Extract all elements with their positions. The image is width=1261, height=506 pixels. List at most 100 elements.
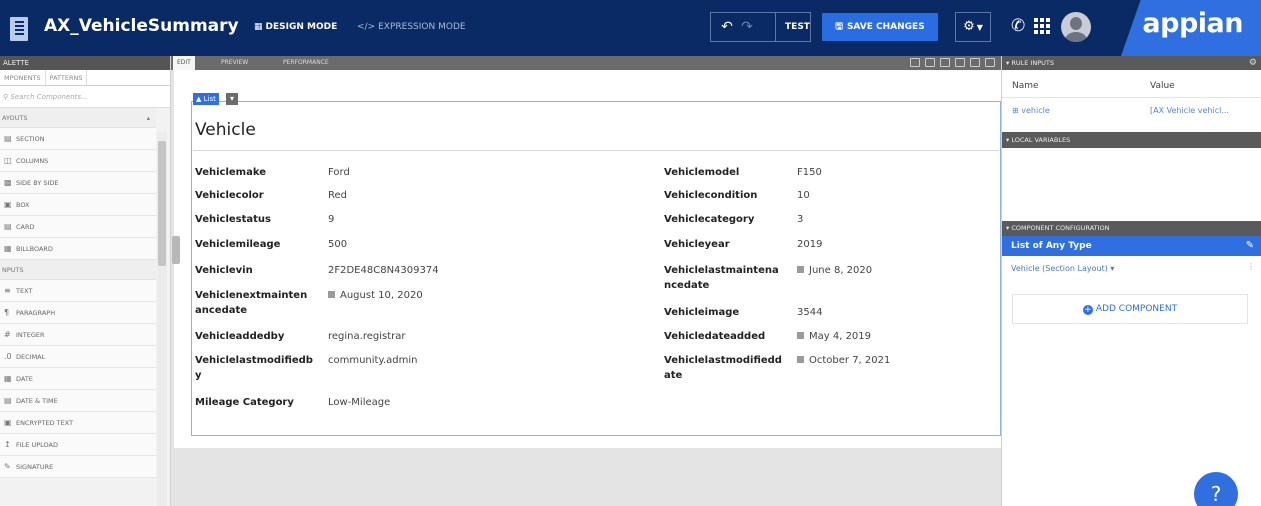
section-inputs[interactable]: NPUTS <box>0 260 156 280</box>
field-value: community.admin <box>328 353 417 368</box>
avatar[interactable] <box>1061 12 1091 42</box>
palette-item-date[interactable]: ▦ DATE <box>0 368 156 390</box>
field-value-text: 3544 <box>797 307 823 318</box>
tab-performance[interactable]: PERFORMANCE <box>283 56 329 70</box>
palette-item-side-by-side[interactable]: ▩ SIDE BY SIDE <box>0 172 156 194</box>
app-grid-icon[interactable] <box>1034 18 1050 34</box>
field-value-text: Red <box>328 190 347 201</box>
field-label: Vehiclecategory <box>664 212 754 227</box>
palette-item-section[interactable]: ▤ SECTION <box>0 128 156 150</box>
item-label: SIGNATURE <box>16 463 54 471</box>
gear-icon: ⚙ <box>963 19 975 34</box>
field-label-line: ncedate <box>664 280 710 291</box>
decimal-icon: .0 <box>4 352 12 361</box>
tab-patterns[interactable]: PATTERNS <box>46 70 88 85</box>
document-icon <box>10 17 28 41</box>
app-title: AX_VehicleSummary <box>44 16 239 36</box>
badge-menu-icon[interactable]: ▾ <box>226 93 238 105</box>
list-type-row[interactable]: List of Any Type ✎ <box>1002 236 1261 256</box>
component-configuration-header[interactable]: ▾ COMPONENT CONFIGURATION <box>1002 221 1261 236</box>
field-value-text: 2F2DE48C8N4309374 <box>328 265 439 276</box>
monitor-icon[interactable] <box>940 58 950 67</box>
field-label-line: Vehicledateadded <box>664 331 766 342</box>
field-label: Vehicleyear <box>664 237 730 252</box>
redo-icon[interactable]: ↷ <box>737 13 757 41</box>
palette-item-text[interactable]: ≡ TEXT <box>0 280 156 302</box>
field-value: regina.registrar <box>328 329 405 344</box>
rule-input-value[interactable]: [AX Vehicle vehicl... <box>1150 106 1229 115</box>
add-component-button[interactable]: + ADD COMPONENT <box>1012 294 1248 324</box>
field-value: 9 <box>328 212 334 227</box>
palette-item-date-time[interactable]: ▤ DATE & TIME <box>0 390 156 412</box>
edit-icon[interactable]: ✎ <box>1246 236 1254 256</box>
rule-inputs-header[interactable]: ▾ RULE INPUTS ⚙ <box>1002 56 1261 70</box>
drag-handle-icon[interactable]: ⋮ <box>1247 262 1255 271</box>
tab-edit[interactable]: EDIT <box>173 56 195 70</box>
field-value-text: May 4, 2019 <box>809 331 872 342</box>
section-layout-item[interactable]: Vehicle (Section Layout) ▾ ⋮ <box>1011 262 1255 273</box>
palette-item-box[interactable]: ▣ BOX <box>0 194 156 216</box>
code-icon: </> <box>357 22 376 32</box>
phone-icon[interactable] <box>985 58 995 67</box>
laptop-icon[interactable] <box>955 58 965 67</box>
item-label: BILLBOARD <box>16 245 53 253</box>
palette-item-signature[interactable]: ✎ SIGNATURE <box>0 456 156 478</box>
left-resize-handle[interactable] <box>172 236 180 264</box>
section-layouts[interactable]: AYOUTS ▴ <box>0 108 156 128</box>
layout-icon[interactable] <box>910 58 920 67</box>
field-label: Vehiclemake <box>195 165 266 180</box>
list-badge[interactable]: ▲ List <box>193 93 219 105</box>
columns-icon: ◫ <box>4 156 12 165</box>
expand-icon[interactable]: ⊞ <box>1012 106 1021 115</box>
rule-input-name-label: vehicle <box>1021 106 1050 115</box>
calendar-icon <box>328 291 335 298</box>
tab-preview[interactable]: PREVIEW <box>221 56 248 70</box>
item-label: FILE UPLOAD <box>16 441 58 449</box>
phone-icon[interactable]: ✆ <box>1011 16 1025 36</box>
field-value: F150 <box>797 165 822 180</box>
design-mode-tab[interactable]: ▦ DESIGN MODE <box>254 22 337 32</box>
local-variables-header[interactable]: ▾ LOCAL VARIABLES <box>1002 132 1261 148</box>
tablet-icon[interactable] <box>970 58 980 67</box>
desktop-icon[interactable] <box>925 58 935 67</box>
collapse-icon[interactable]: ▴ <box>147 108 150 128</box>
field-label: Vehiclemileage <box>195 237 280 252</box>
vehicle-section-card[interactable] <box>191 101 1001 436</box>
palette-scroll-thumb[interactable] <box>158 141 166 266</box>
field-label-line: Vehicleyear <box>664 239 730 250</box>
gear-icon[interactable]: ⚙ <box>1249 56 1257 70</box>
calendar-icon <box>797 332 804 339</box>
palette-item-billboard[interactable]: ▦ BILLBOARD <box>0 238 156 260</box>
field-label-line: Vehicleimage <box>664 307 740 318</box>
dropdown-icon[interactable]: ▾ <box>1108 264 1114 273</box>
palette-item-card[interactable]: ▤ CARD <box>0 216 156 238</box>
design-icon: ▦ <box>254 22 263 32</box>
palette-item-integer[interactable]: # INTEGER <box>0 324 156 346</box>
search-components-input[interactable]: ⚲ Search Components... <box>0 86 170 108</box>
item-label: TEXT <box>16 287 33 295</box>
palette-item-encrypted-text[interactable]: ▣ ENCRYPTED TEXT <box>0 412 156 434</box>
rule-inputs-columns: Name Value <box>1002 76 1261 98</box>
test-button[interactable]: TEST <box>775 13 819 41</box>
item-label: DATE & TIME <box>16 397 58 405</box>
palette-item-paragraph[interactable]: ¶ PARAGRAPH <box>0 302 156 324</box>
field-label-line: Vehiclecolor <box>195 190 264 201</box>
field-label-line: ate <box>664 370 683 381</box>
item-label: INTEGER <box>16 331 45 339</box>
settings-button[interactable]: ⚙ ▼ <box>955 12 991 42</box>
field-value-text: community.admin <box>328 355 418 366</box>
palette-item-columns[interactable]: ◫ COLUMNS <box>0 150 156 172</box>
billboard-icon: ▦ <box>4 244 12 253</box>
rule-input-name[interactable]: ⊞ vehicle <box>1012 106 1050 115</box>
palette-item-decimal[interactable]: .0 DECIMAL <box>0 346 156 368</box>
palette-item-file-upload[interactable]: ↥ FILE UPLOAD <box>0 434 156 456</box>
field-value-text: F150 <box>797 167 822 178</box>
tab-components[interactable]: MPONENTS <box>0 70 46 85</box>
rule-input-row[interactable]: ⊞ vehicle [AX Vehicle vehicl... <box>1002 100 1261 122</box>
field-label-line: Vehiclenextmainten <box>195 290 308 301</box>
undo-icon[interactable]: ↶ <box>717 13 737 41</box>
expression-mode-tab[interactable]: </> EXPRESSION MODE <box>357 22 466 32</box>
item-label: SIDE BY SIDE <box>16 179 59 187</box>
save-changes-button[interactable]: 🖫 SAVE CHANGES <box>822 13 938 41</box>
field-label-line: Vehiclemodel <box>664 167 740 178</box>
